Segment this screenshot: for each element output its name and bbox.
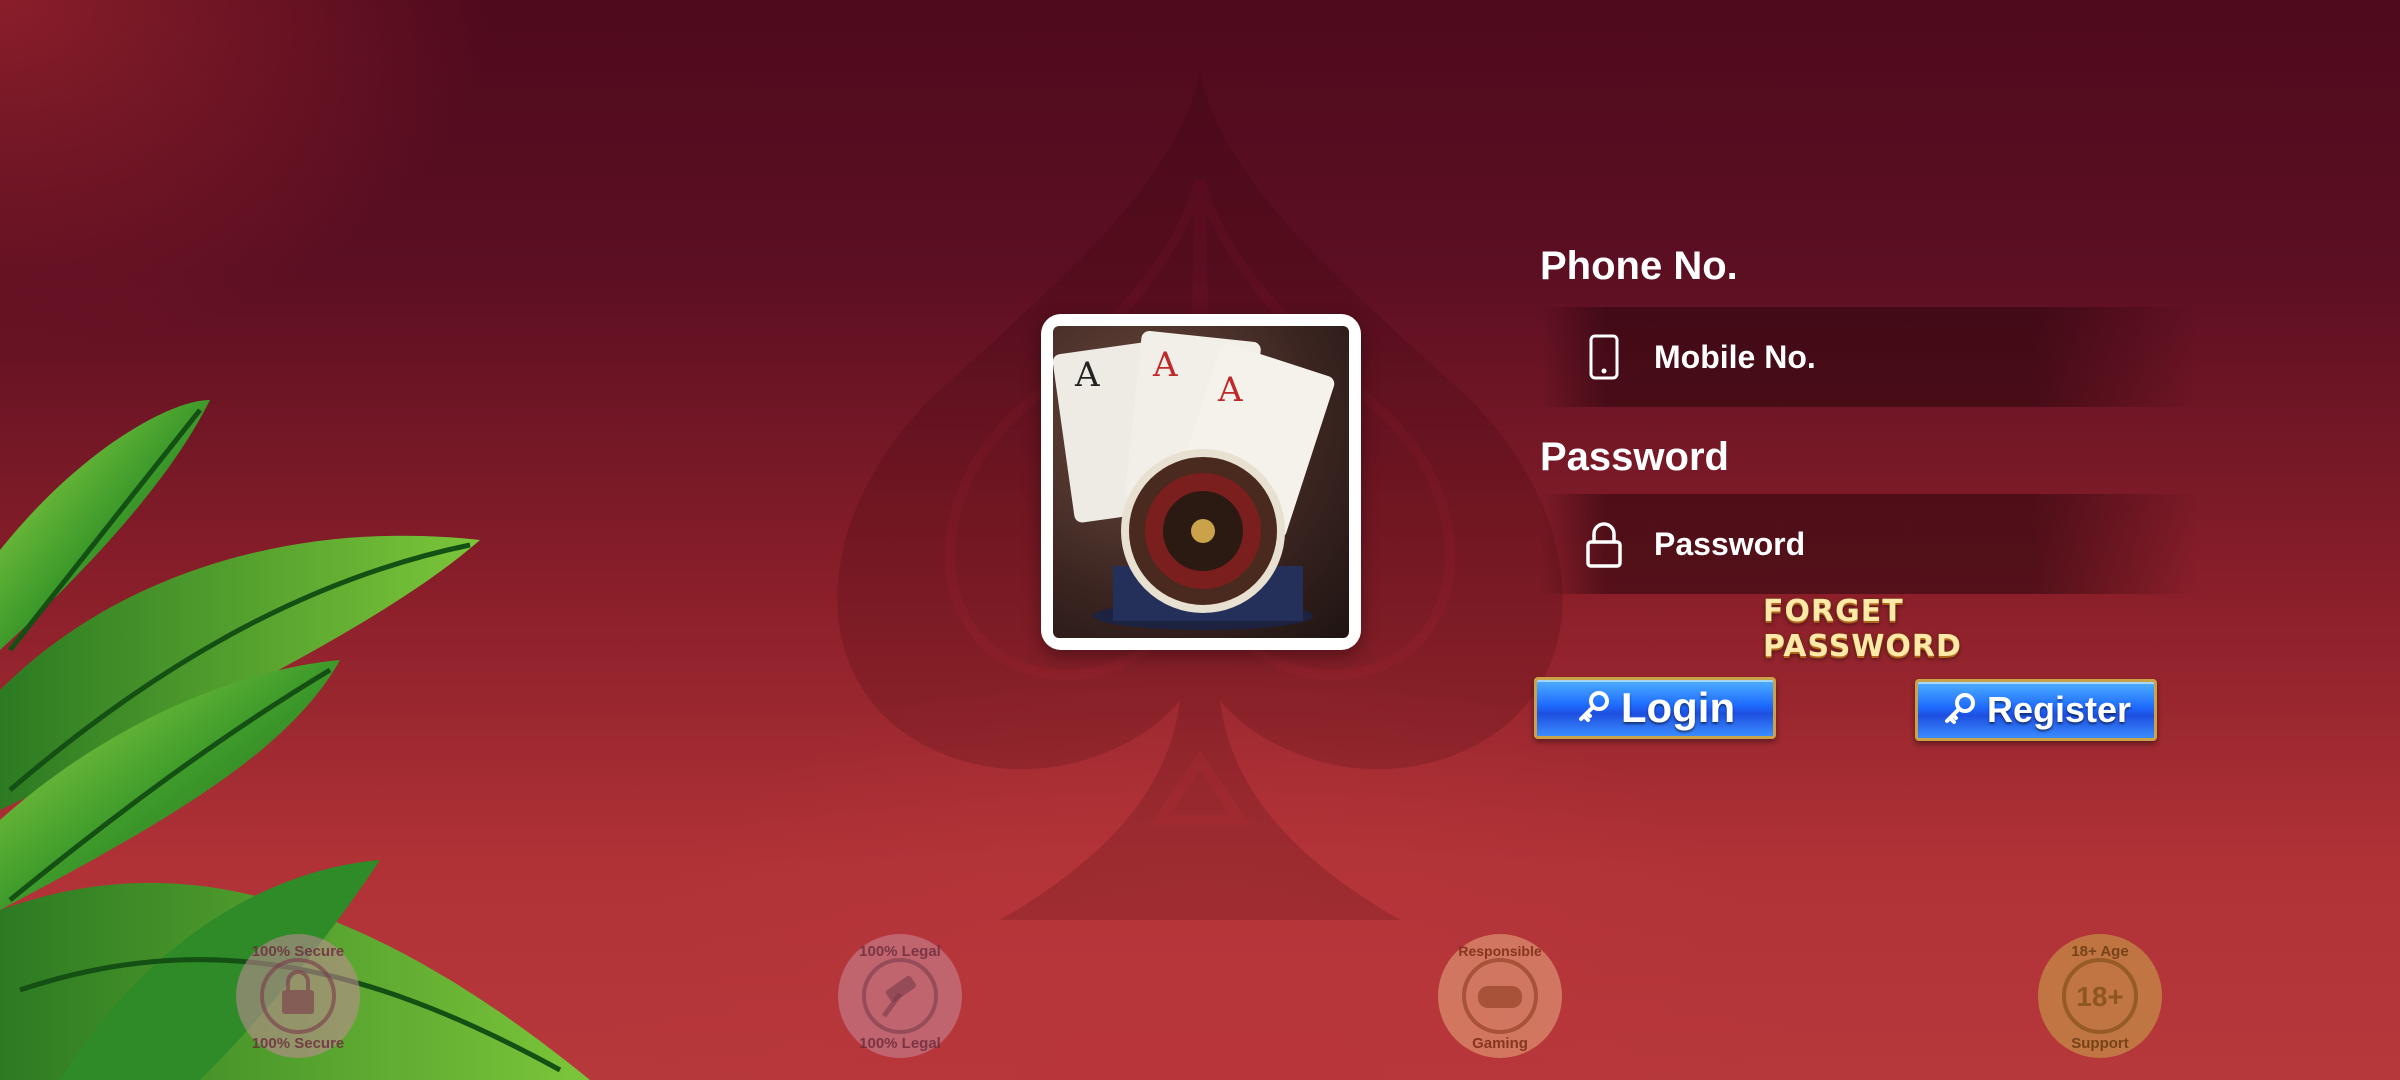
badge-top-text: Responsible <box>1458 943 1541 959</box>
badge-center-text: 18+ <box>2076 981 2124 1012</box>
svg-text:A: A <box>1074 355 1100 395</box>
svg-text:A: A <box>1152 345 1178 385</box>
app-logo: A A A <box>1041 314 1361 650</box>
phone-label: Phone No. <box>1540 244 1738 288</box>
badge-top-text: 18+ Age <box>2071 943 2128 960</box>
smartphone-icon <box>1580 331 1628 383</box>
badge-top-text: 100% Secure <box>252 943 345 960</box>
badge-bottom-text: 100% Legal <box>859 1035 941 1052</box>
key-icon <box>1578 691 1609 722</box>
badge-bottom-text: 100% Secure <box>252 1035 345 1052</box>
register-label: Register <box>1986 689 2132 730</box>
casino-cards-roulette-image: A A A <box>1053 330 1335 630</box>
password-placeholder: Password <box>1654 525 1806 562</box>
password-input[interactable]: Password <box>1540 494 2200 594</box>
phone-placeholder: Mobile No. <box>1654 338 1816 375</box>
phone-input[interactable]: Mobile No. <box>1540 307 2200 407</box>
register-button[interactable]: Register <box>1915 679 2157 741</box>
forget-password-link[interactable]: FORGET PASSWORD <box>1763 594 2073 664</box>
secure-badge: 100% Secure 100% Secure <box>232 930 364 1062</box>
responsible-gaming-badge: Responsible Gaming <box>1434 930 1566 1062</box>
lock-icon <box>1580 518 1628 570</box>
svg-text:A: A <box>1217 370 1243 410</box>
login-button[interactable]: Login <box>1534 677 1776 739</box>
badge-bottom-text: Gaming <box>1472 1035 1528 1052</box>
password-label: Password <box>1540 435 1729 479</box>
login-label: Login <box>1620 684 1736 731</box>
key-icon <box>1944 693 1975 724</box>
badge-bottom-text: Support <box>2071 1035 2129 1052</box>
legal-badge: 100% Legal 100% Legal <box>834 930 966 1062</box>
badge-top-text: 100% Legal <box>859 943 941 960</box>
age-support-badge: 18+ 18+ Age Support <box>2034 930 2166 1062</box>
